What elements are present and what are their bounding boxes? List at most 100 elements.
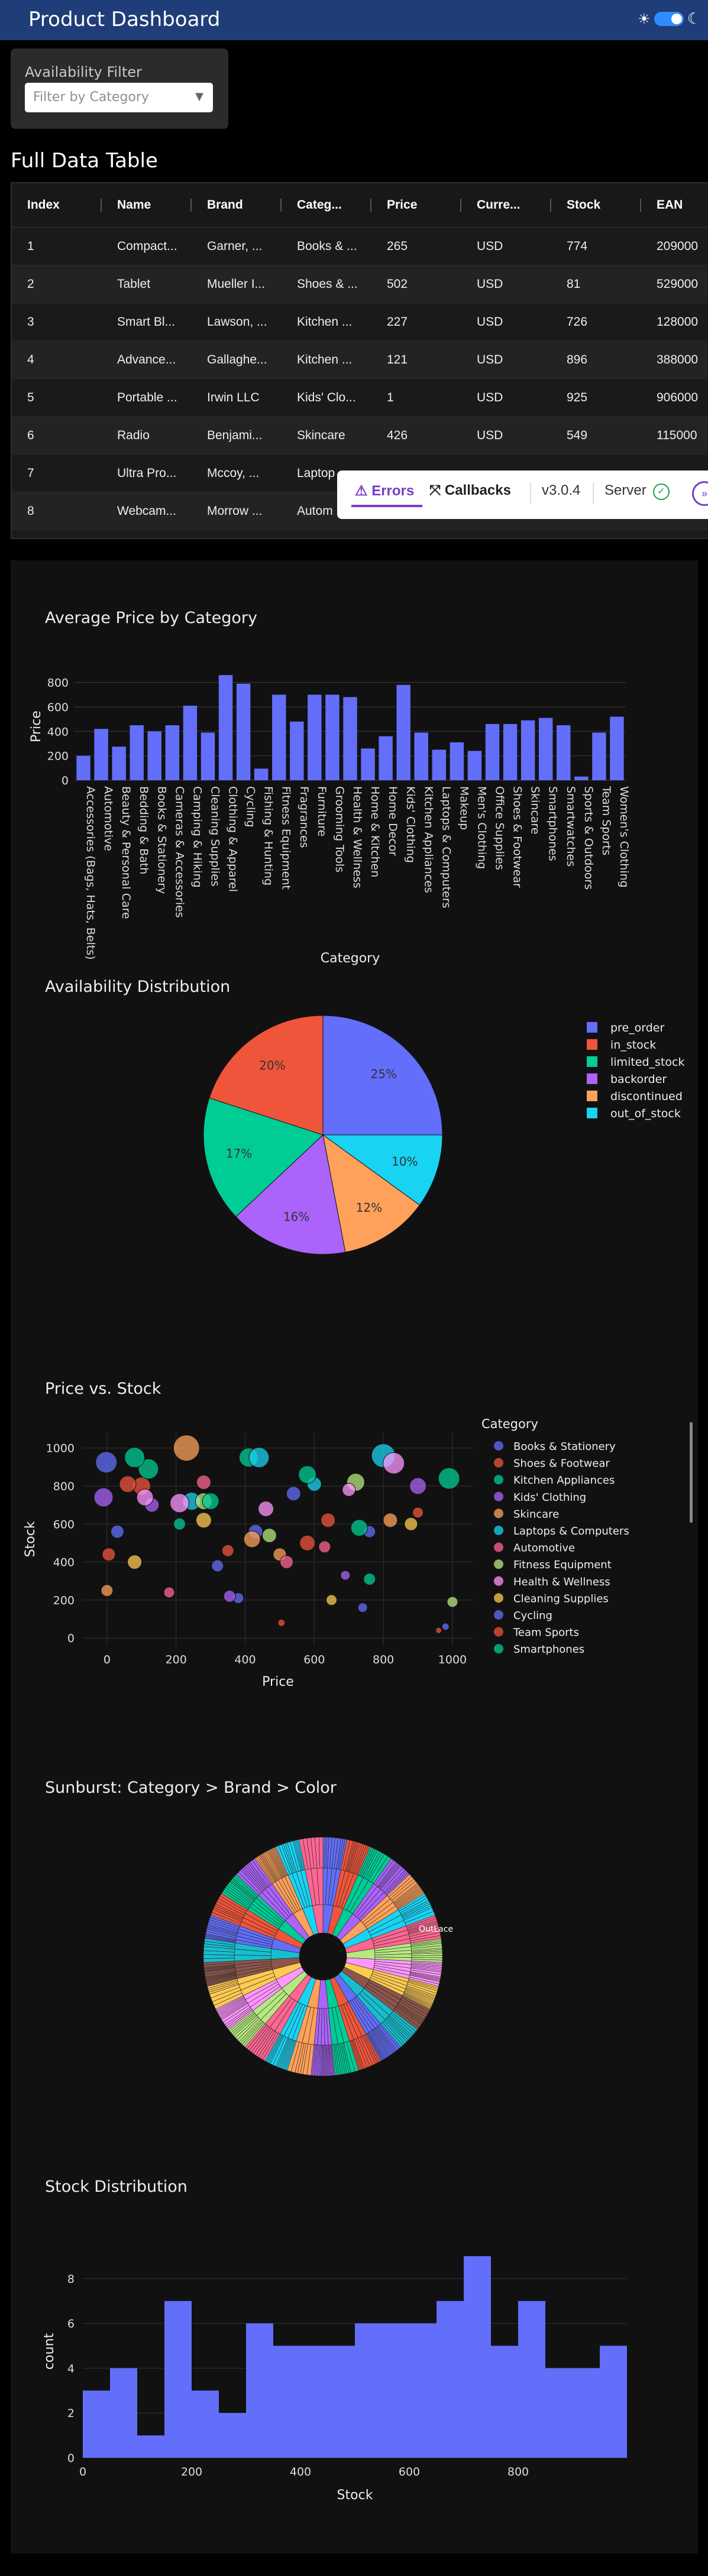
table-cell[interactable]: Kids' Clo...	[282, 378, 371, 417]
table-cell[interactable]: Advance...	[102, 340, 192, 379]
x-tick-label: Camping & Hiking	[190, 786, 203, 888]
table-cell[interactable]: Skincare	[282, 416, 371, 455]
table-cell[interactable]: 426	[371, 416, 461, 455]
callbacks-tab[interactable]: ⤧ Callbacks	[429, 482, 511, 499]
table-cell[interactable]: 4	[12, 340, 102, 379]
histogram-bar	[300, 2345, 328, 2458]
column-header[interactable]: Categ...	[282, 183, 371, 228]
table-cell[interactable]: Radio	[102, 416, 192, 455]
table-cell[interactable]: Benjami...	[192, 416, 282, 455]
column-header[interactable]: Name	[102, 183, 192, 228]
table-cell[interactable]: 81	[551, 265, 641, 303]
errors-tab[interactable]: ⚠ Errors	[355, 482, 414, 499]
table-cell[interactable]: USD	[461, 340, 551, 379]
table-cell[interactable]: 209000	[641, 227, 708, 265]
legend-label: Cycling	[513, 1610, 552, 1622]
scatter-point	[163, 1587, 175, 1598]
table-cell[interactable]: 774	[551, 227, 641, 265]
bar	[485, 724, 500, 780]
y-tick-label: 8	[67, 2273, 75, 2286]
table-cell[interactable]: USD	[461, 265, 551, 303]
table-cell[interactable]: 896	[551, 340, 641, 379]
table-cell[interactable]: 121	[371, 340, 461, 379]
table-cell[interactable]: 227	[371, 303, 461, 341]
theme-toggle[interactable]: ☀ ☾	[638, 9, 701, 28]
table-cell[interactable]: 529000	[641, 265, 708, 303]
scatter-point	[435, 1627, 442, 1634]
table-cell[interactable]: Portable ...	[102, 378, 192, 417]
legend-label: Health & Wellness	[513, 1576, 610, 1588]
table-cell[interactable]: 925	[551, 378, 641, 417]
bar	[361, 748, 375, 780]
scatter-point	[196, 1475, 211, 1490]
table-cell[interactable]: Webcam...	[102, 492, 192, 530]
table-cell[interactable]: USD	[461, 227, 551, 265]
table-cell[interactable]: 265	[371, 227, 461, 265]
table-cell[interactable]: Compact...	[102, 227, 192, 265]
table-row[interactable]: 1 Compact... Garner, ... Books & ... 265 USD 7…	[12, 227, 708, 265]
table-cell[interactable]: Mueller I...	[192, 265, 282, 303]
table-cell[interactable]: 726	[551, 303, 641, 341]
table-cell[interactable]: 8	[12, 492, 102, 530]
x-tick-label: 0	[79, 2465, 86, 2478]
table-cell[interactable]: Lawson, ...	[192, 303, 282, 341]
table-cell[interactable]: 1	[371, 378, 461, 417]
column-header[interactable]: Price	[371, 183, 461, 228]
table-row[interactable]: 2 Tablet Mueller I... Shoes & ... 502 USD 81 52…	[12, 265, 708, 303]
table-cell[interactable]: Gallaghe...	[192, 340, 282, 379]
column-header[interactable]: Index	[12, 183, 102, 228]
x-tick-label: Cycling	[244, 786, 257, 828]
table-cell[interactable]: 5	[12, 378, 102, 417]
legend-marker	[494, 1576, 503, 1586]
table-cell[interactable]: 1	[12, 227, 102, 265]
column-header[interactable]: EAN	[641, 183, 708, 228]
server-label: Server	[604, 482, 646, 498]
table-cell[interactable]: Books & ...	[282, 227, 371, 265]
table-row[interactable]: 6 Radio Benjami... Skincare 426 USD 549 115000	[12, 416, 708, 455]
table-row[interactable]: 5 Portable ... Irwin LLC Kids' Clo... 1 USD 92…	[12, 378, 708, 417]
server-ok-icon: ✓	[653, 484, 670, 500]
theme-switch[interactable]	[654, 12, 684, 26]
table-cell[interactable]: Kitchen ...	[282, 340, 371, 379]
legend-marker	[494, 1458, 503, 1468]
table-cell[interactable]: 906000	[641, 378, 708, 417]
table-cell[interactable]: 3	[12, 303, 102, 341]
table-cell[interactable]: Mccoy, ...	[192, 454, 282, 492]
errors-tab-underline	[351, 505, 422, 507]
table-cell[interactable]: 549	[551, 416, 641, 455]
y-tick-label: 0	[67, 1632, 75, 1645]
table-cell[interactable]: 128000	[641, 303, 708, 341]
table-cell[interactable]: 7	[12, 454, 102, 492]
legend-label: backorder	[610, 1073, 667, 1086]
table-cell[interactable]: Ultra Pro...	[102, 454, 192, 492]
table-cell[interactable]: Shoes & ...	[282, 265, 371, 303]
table-cell[interactable]: 6	[12, 416, 102, 455]
legend-swatch	[587, 1039, 597, 1050]
legend-scrollbar[interactable]	[690, 1422, 693, 1523]
table-cell[interactable]: 2	[12, 265, 102, 303]
legend-label: Cleaning Supplies	[513, 1592, 609, 1605]
expand-devtools-icon[interactable]: »	[692, 481, 708, 506]
legend-label: Kids' Clothing	[513, 1491, 586, 1504]
table-cell[interactable]: Irwin LLC	[192, 378, 282, 417]
table-cell[interactable]: 115000	[641, 416, 708, 455]
column-header[interactable]: Brand	[192, 183, 282, 228]
table-cell[interactable]: Tablet	[102, 265, 192, 303]
column-header[interactable]: Curre...	[461, 183, 551, 228]
table-cell[interactable]: 388000	[641, 340, 708, 379]
table-cell[interactable]: Smart Bl...	[102, 303, 192, 341]
table-cell[interactable]: Morrow ...	[192, 492, 282, 530]
table-row[interactable]: 3 Smart Bl... Lawson, ... Kitchen ... 227 USD…	[12, 303, 708, 341]
legend-marker	[494, 1593, 503, 1603]
divider	[530, 482, 531, 504]
table-cell[interactable]: Kitchen ...	[282, 303, 371, 341]
table-cell[interactable]: USD	[461, 416, 551, 455]
table-row[interactable]: 4 Advance... Gallaghe... Kitchen ... 121 USD 8…	[12, 340, 708, 379]
table-cell[interactable]: Garner, ...	[192, 227, 282, 265]
category-filter-dropdown[interactable]: Filter by Category ▼	[25, 83, 213, 112]
bar	[165, 725, 180, 780]
table-cell[interactable]: USD	[461, 303, 551, 341]
table-cell[interactable]: USD	[461, 378, 551, 417]
table-cell[interactable]: 502	[371, 265, 461, 303]
column-header[interactable]: Stock	[551, 183, 641, 228]
